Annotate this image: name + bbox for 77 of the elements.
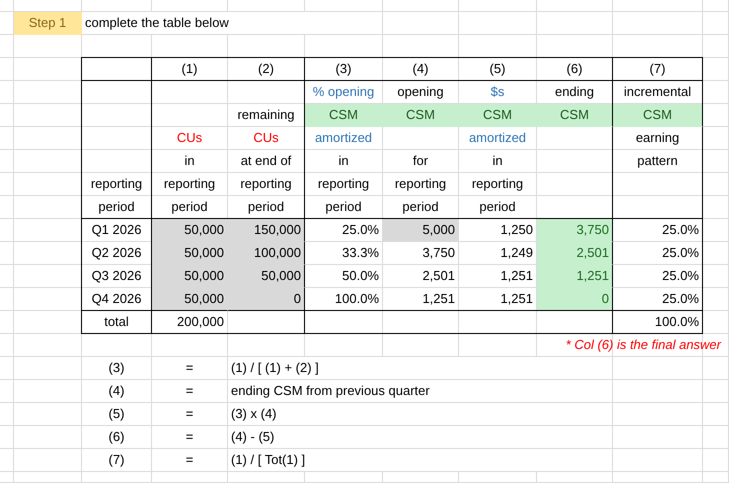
column-heading: CSM [305, 104, 383, 127]
formula-label: (7) [108, 451, 126, 469]
column-heading: reporting [316, 175, 370, 193]
column-heading: amortized [468, 129, 528, 147]
table-cell: 25.0% [613, 219, 703, 242]
table-cell-text: 33.3% [341, 244, 380, 262]
column-heading: period [459, 196, 537, 219]
equals-sign: = [184, 405, 194, 423]
column-number: (6) [537, 58, 613, 81]
equals-sign: = [184, 428, 194, 446]
column-number: (3) [305, 58, 383, 81]
table-cell: 1,251 [537, 265, 613, 288]
column-heading: reporting [228, 173, 305, 196]
table-cell: 150,000 [228, 219, 305, 242]
column-heading: at end of [228, 150, 305, 173]
column-heading: CUs [228, 127, 305, 150]
formula-label: (3) [108, 359, 126, 377]
table-cell-text: 25.0% [341, 221, 380, 239]
table-cell: 100,000 [228, 242, 305, 265]
column-heading: CSM [537, 104, 613, 127]
column-heading: for [412, 152, 430, 170]
table-cell: 50,000 [152, 242, 228, 265]
table-cell: 1,251 [383, 288, 459, 311]
row-label: total [82, 311, 152, 334]
table-cell-text: 2,501 [421, 267, 456, 285]
equals-sign: = [184, 382, 194, 400]
column-heading: CSM [459, 104, 537, 127]
total-value: 200,000 [152, 311, 228, 334]
column-heading: CSM [613, 104, 703, 127]
equals-sign: = [184, 359, 194, 377]
table-cell: 25.0% [613, 288, 703, 311]
column-number: (5) [459, 58, 537, 81]
formula-label: (4) [108, 382, 126, 400]
table-cell: 25.0% [613, 265, 703, 288]
step-label: Step 1 [14, 12, 82, 35]
table-cell: 50,000 [152, 219, 228, 242]
column-heading: in [337, 152, 350, 170]
column-heading: earning [613, 127, 703, 150]
formula-label: (6) [108, 428, 126, 446]
column-heading: CSM [383, 104, 459, 127]
column-heading: reporting [82, 173, 152, 196]
column-number: (4) [383, 58, 459, 81]
column-heading: $s [490, 83, 506, 101]
column-heading: reporting [470, 175, 524, 193]
column-heading: reporting [162, 175, 216, 193]
footnote: * Col (6) is the final answer [564, 336, 722, 354]
column-heading: amortized [314, 129, 374, 147]
table-cell: 50,000 [152, 265, 228, 288]
column-number: (2) [228, 58, 305, 81]
column-number: (7) [613, 58, 703, 81]
column-heading: opening [396, 83, 445, 101]
table-cell: 2,501 [537, 242, 613, 265]
column-number: (1) [152, 58, 228, 81]
column-heading: pattern [613, 150, 703, 173]
table-cell: 5,000 [383, 219, 459, 242]
formula-label: (5) [108, 405, 126, 423]
table-cell-text: 1,249 [499, 244, 534, 262]
table-cell-text: 50.0% [341, 267, 380, 285]
table-cell-text: 3,750 [421, 244, 456, 262]
column-heading: period [82, 196, 152, 219]
equals-sign: = [184, 451, 194, 469]
table-cell-text: 1,251 [499, 267, 534, 285]
column-heading: in [183, 152, 196, 170]
table-cell: 50,000 [228, 265, 305, 288]
column-heading: in [491, 152, 504, 170]
table-cell: 0 [228, 288, 305, 311]
table-cell: 25.0% [613, 242, 703, 265]
table-cell: 100.0% [305, 288, 383, 311]
table-cell-text: 1,250 [499, 221, 534, 239]
table-cell: 50,000 [152, 288, 228, 311]
column-heading: % opening [312, 83, 376, 101]
column-heading: CUs [176, 129, 204, 147]
total-value: 100.0% [613, 311, 703, 334]
table-cell: 3,750 [537, 219, 613, 242]
column-heading: period [305, 196, 383, 219]
column-heading: reporting [394, 175, 448, 193]
table-cell: 0 [537, 288, 613, 311]
